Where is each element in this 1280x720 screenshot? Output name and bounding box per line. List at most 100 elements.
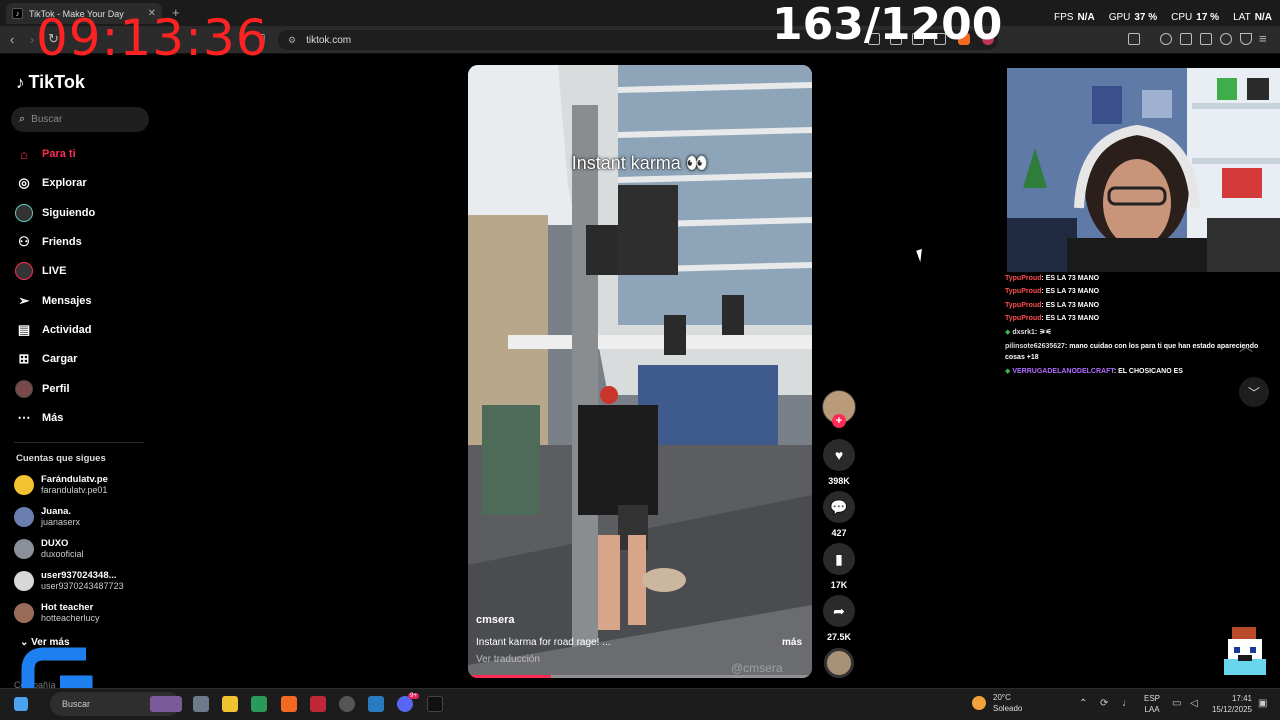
- friends-icon: ⚇: [18, 234, 30, 249]
- streamer-webcam: [1007, 68, 1280, 272]
- language-code: ESP: [1144, 694, 1161, 703]
- obs-icon[interactable]: [339, 696, 355, 712]
- save-action[interactable]: ▮ 17K: [823, 543, 855, 590]
- search-placeholder: Buscar: [31, 114, 63, 125]
- search-input[interactable]: ⌕ Buscar: [11, 107, 149, 132]
- wallet-icon[interactable]: [1200, 33, 1212, 45]
- see-translation-button[interactable]: Ver traducción: [476, 654, 540, 665]
- forward-icon[interactable]: ›: [30, 32, 34, 47]
- live-avatar-icon: [15, 262, 33, 280]
- sidebar-item-mas[interactable]: ⋯ Más: [15, 407, 64, 429]
- windows-taskbar: [0, 688, 1280, 720]
- send-icon: ➢: [18, 293, 30, 308]
- microphone-icon[interactable]: ♩: [1122, 698, 1132, 709]
- search-highlight-icon: [150, 696, 182, 712]
- account-name: DUXO: [41, 538, 69, 549]
- video-description: Instant karma for road rage! ...: [476, 637, 611, 648]
- windows-start-icon[interactable]: [14, 697, 28, 711]
- picture-in-picture-icon[interactable]: [1128, 33, 1140, 45]
- account-name: Farándulatv.pe: [41, 474, 108, 485]
- more-icon: ⋯: [17, 410, 31, 425]
- chevron-up-icon[interactable]: ⌃: [1079, 698, 1087, 709]
- account-handle: farandulatv.pe01: [41, 485, 108, 495]
- weather-condition: Soleado: [993, 704, 1023, 713]
- account-handle: duxooficial: [41, 549, 84, 559]
- avatar: [14, 507, 34, 527]
- share-arrow-icon[interactable]: ➦: [823, 595, 855, 627]
- sidebar-item-actividad[interactable]: ▤ Actividad: [15, 319, 92, 341]
- sidebar-item-friends[interactable]: ⚇ Friends: [15, 231, 82, 253]
- temperature: 20°C: [993, 693, 1011, 702]
- following-account[interactable]: DUXO duxooficial: [14, 538, 84, 560]
- sync-icon[interactable]: ⟳: [1100, 698, 1108, 709]
- sun-icon: [972, 696, 986, 710]
- weather-widget[interactable]: 20°C Soleado: [972, 692, 1022, 714]
- avatar: [14, 539, 34, 559]
- chat-message: TypuProud: ES LA 73 MANO: [1005, 288, 1100, 296]
- lat-stat: LAT N/A: [1233, 12, 1272, 23]
- network-icon[interactable]: ▭: [1172, 698, 1181, 709]
- taskbar-clock[interactable]: 17:41 15/12/2025: [1208, 693, 1252, 715]
- following-account[interactable]: Hot teacher hotteacherlucy: [14, 602, 100, 624]
- file-explorer-icon[interactable]: [222, 696, 238, 712]
- sidebar-item-cargar[interactable]: ⊞ Cargar: [15, 348, 78, 370]
- chat-message: pilinsote62635627: mano cuidao con los p…: [1005, 343, 1259, 362]
- sidebar-item-label: Para ti: [42, 148, 76, 160]
- menu-icon[interactable]: ≡: [1259, 31, 1267, 46]
- music-disc-icon[interactable]: [824, 648, 854, 678]
- sidebar-item-para-ti[interactable]: ⌂ Para ti: [15, 143, 76, 165]
- following-header: Cuentas que sigues: [16, 453, 106, 464]
- sidebar-item-mensajes[interactable]: ➢ Mensajes: [15, 290, 92, 312]
- activity-icon: ▤: [17, 322, 31, 337]
- sidebar-item-live[interactable]: LIVE: [15, 260, 66, 282]
- sidebar-item-perfil[interactable]: Perfil: [15, 378, 70, 400]
- sidebar-toggle-icon[interactable]: [1180, 33, 1192, 45]
- bookmark-save-icon[interactable]: ▮: [823, 543, 855, 575]
- video-caption-overlay: Instant karma 👀: [571, 153, 709, 173]
- app-red-icon[interactable]: [310, 696, 326, 712]
- notepad-icon[interactable]: [368, 696, 384, 712]
- video-player[interactable]: Instant karma 👀 cmsera Instant karma for…: [468, 65, 812, 678]
- video-more-button[interactable]: más: [782, 637, 802, 648]
- next-video-chevron-icon[interactable]: ﹀: [1239, 377, 1269, 407]
- sidebar-item-label: Friends: [42, 236, 82, 248]
- brave-browser-icon[interactable]: [281, 696, 297, 712]
- avatar: [14, 475, 34, 495]
- follow-plus-button[interactable]: +: [832, 414, 846, 428]
- input-language[interactable]: ESP LAA: [1144, 693, 1160, 715]
- volume-icon[interactable]: ◁: [1190, 698, 1198, 709]
- account-name: user937024348...: [41, 570, 117, 581]
- following-account[interactable]: Juana. juanaserx: [14, 506, 80, 528]
- account-handle: juanaserx: [41, 517, 81, 527]
- following-account[interactable]: Farándulatv.pe farandulatv.pe01: [14, 474, 108, 496]
- like-action[interactable]: ♥ 398K: [823, 439, 855, 486]
- previous-video-chevron-icon[interactable]: ︿: [1239, 336, 1253, 356]
- video-progress-bar[interactable]: [468, 675, 812, 678]
- tiktok-logo[interactable]: ♪ TikTok: [16, 72, 85, 93]
- comment-icon[interactable]: 💬: [823, 491, 855, 523]
- comment-action[interactable]: 💬 427: [823, 491, 855, 538]
- notifications-icon[interactable]: ▣: [1258, 698, 1267, 709]
- avatar: [14, 571, 34, 591]
- leo-ai-icon[interactable]: [1220, 33, 1232, 45]
- fps-stat: FPS N/A: [1054, 12, 1095, 23]
- taskbar-search-label: Buscar: [62, 699, 91, 709]
- sidebar-item-explorar[interactable]: ◎ Explorar: [15, 172, 86, 194]
- account-handle: hotteacherlucy: [41, 613, 100, 623]
- video-author[interactable]: cmsera: [476, 614, 515, 626]
- vpn-shield-icon[interactable]: [1240, 33, 1252, 45]
- site-info-icon[interactable]: ⚙: [288, 35, 296, 46]
- back-icon[interactable]: ‹: [10, 32, 14, 47]
- stream-clock-overlay: 09:13:36: [36, 9, 269, 67]
- stream-chat: TypuProud: ES LA 73 MANO TypuProud: ES L…: [1005, 272, 1267, 378]
- share-action[interactable]: ➦ 27.5K: [823, 595, 855, 642]
- media-music-icon[interactable]: [1160, 33, 1172, 45]
- sidebar-item-siguiendo[interactable]: Siguiendo: [15, 202, 95, 224]
- store-icon[interactable]: [251, 696, 267, 712]
- tiktok-app-icon[interactable]: [427, 696, 443, 712]
- mouse-cursor-icon: [916, 247, 929, 263]
- heart-icon[interactable]: ♥: [823, 439, 855, 471]
- following-account[interactable]: user937024348... user9370243487723: [14, 570, 124, 592]
- sidebar-divider: [14, 442, 144, 443]
- task-view-icon[interactable]: [193, 696, 209, 712]
